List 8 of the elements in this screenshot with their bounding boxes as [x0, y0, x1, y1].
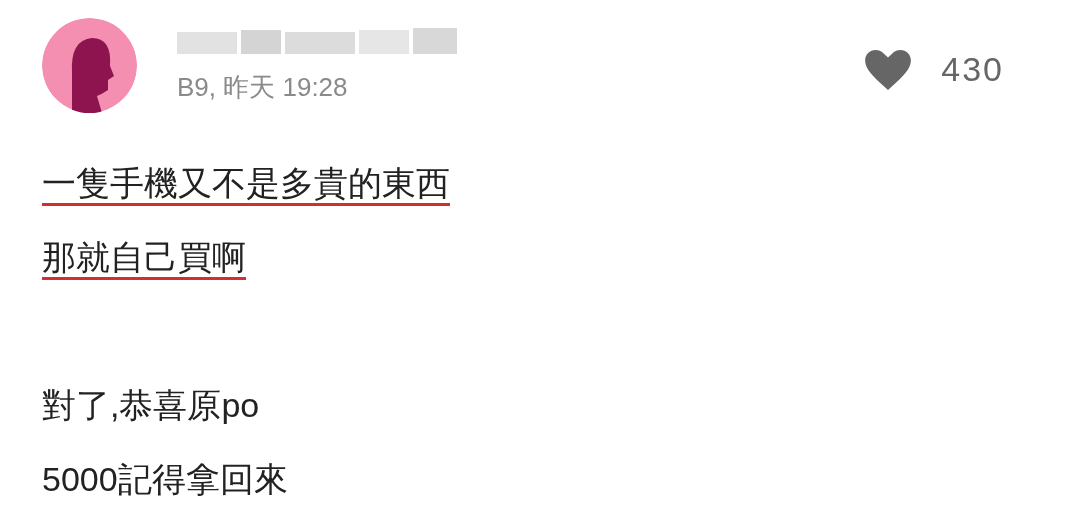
comment-text: 5000記得拿回來 [42, 458, 288, 500]
comment-text: 對了,恭喜原po [42, 384, 260, 426]
comment-text: 一隻手機又不是多貴的東西 [42, 162, 450, 206]
avatar-icon [42, 18, 137, 113]
heart-icon[interactable] [865, 49, 912, 90]
comment-meta: B9, 昨天 19:28 [177, 74, 349, 100]
like-count: 430 [941, 49, 1004, 90]
comment-text: 那就自己買啊 [42, 236, 246, 280]
